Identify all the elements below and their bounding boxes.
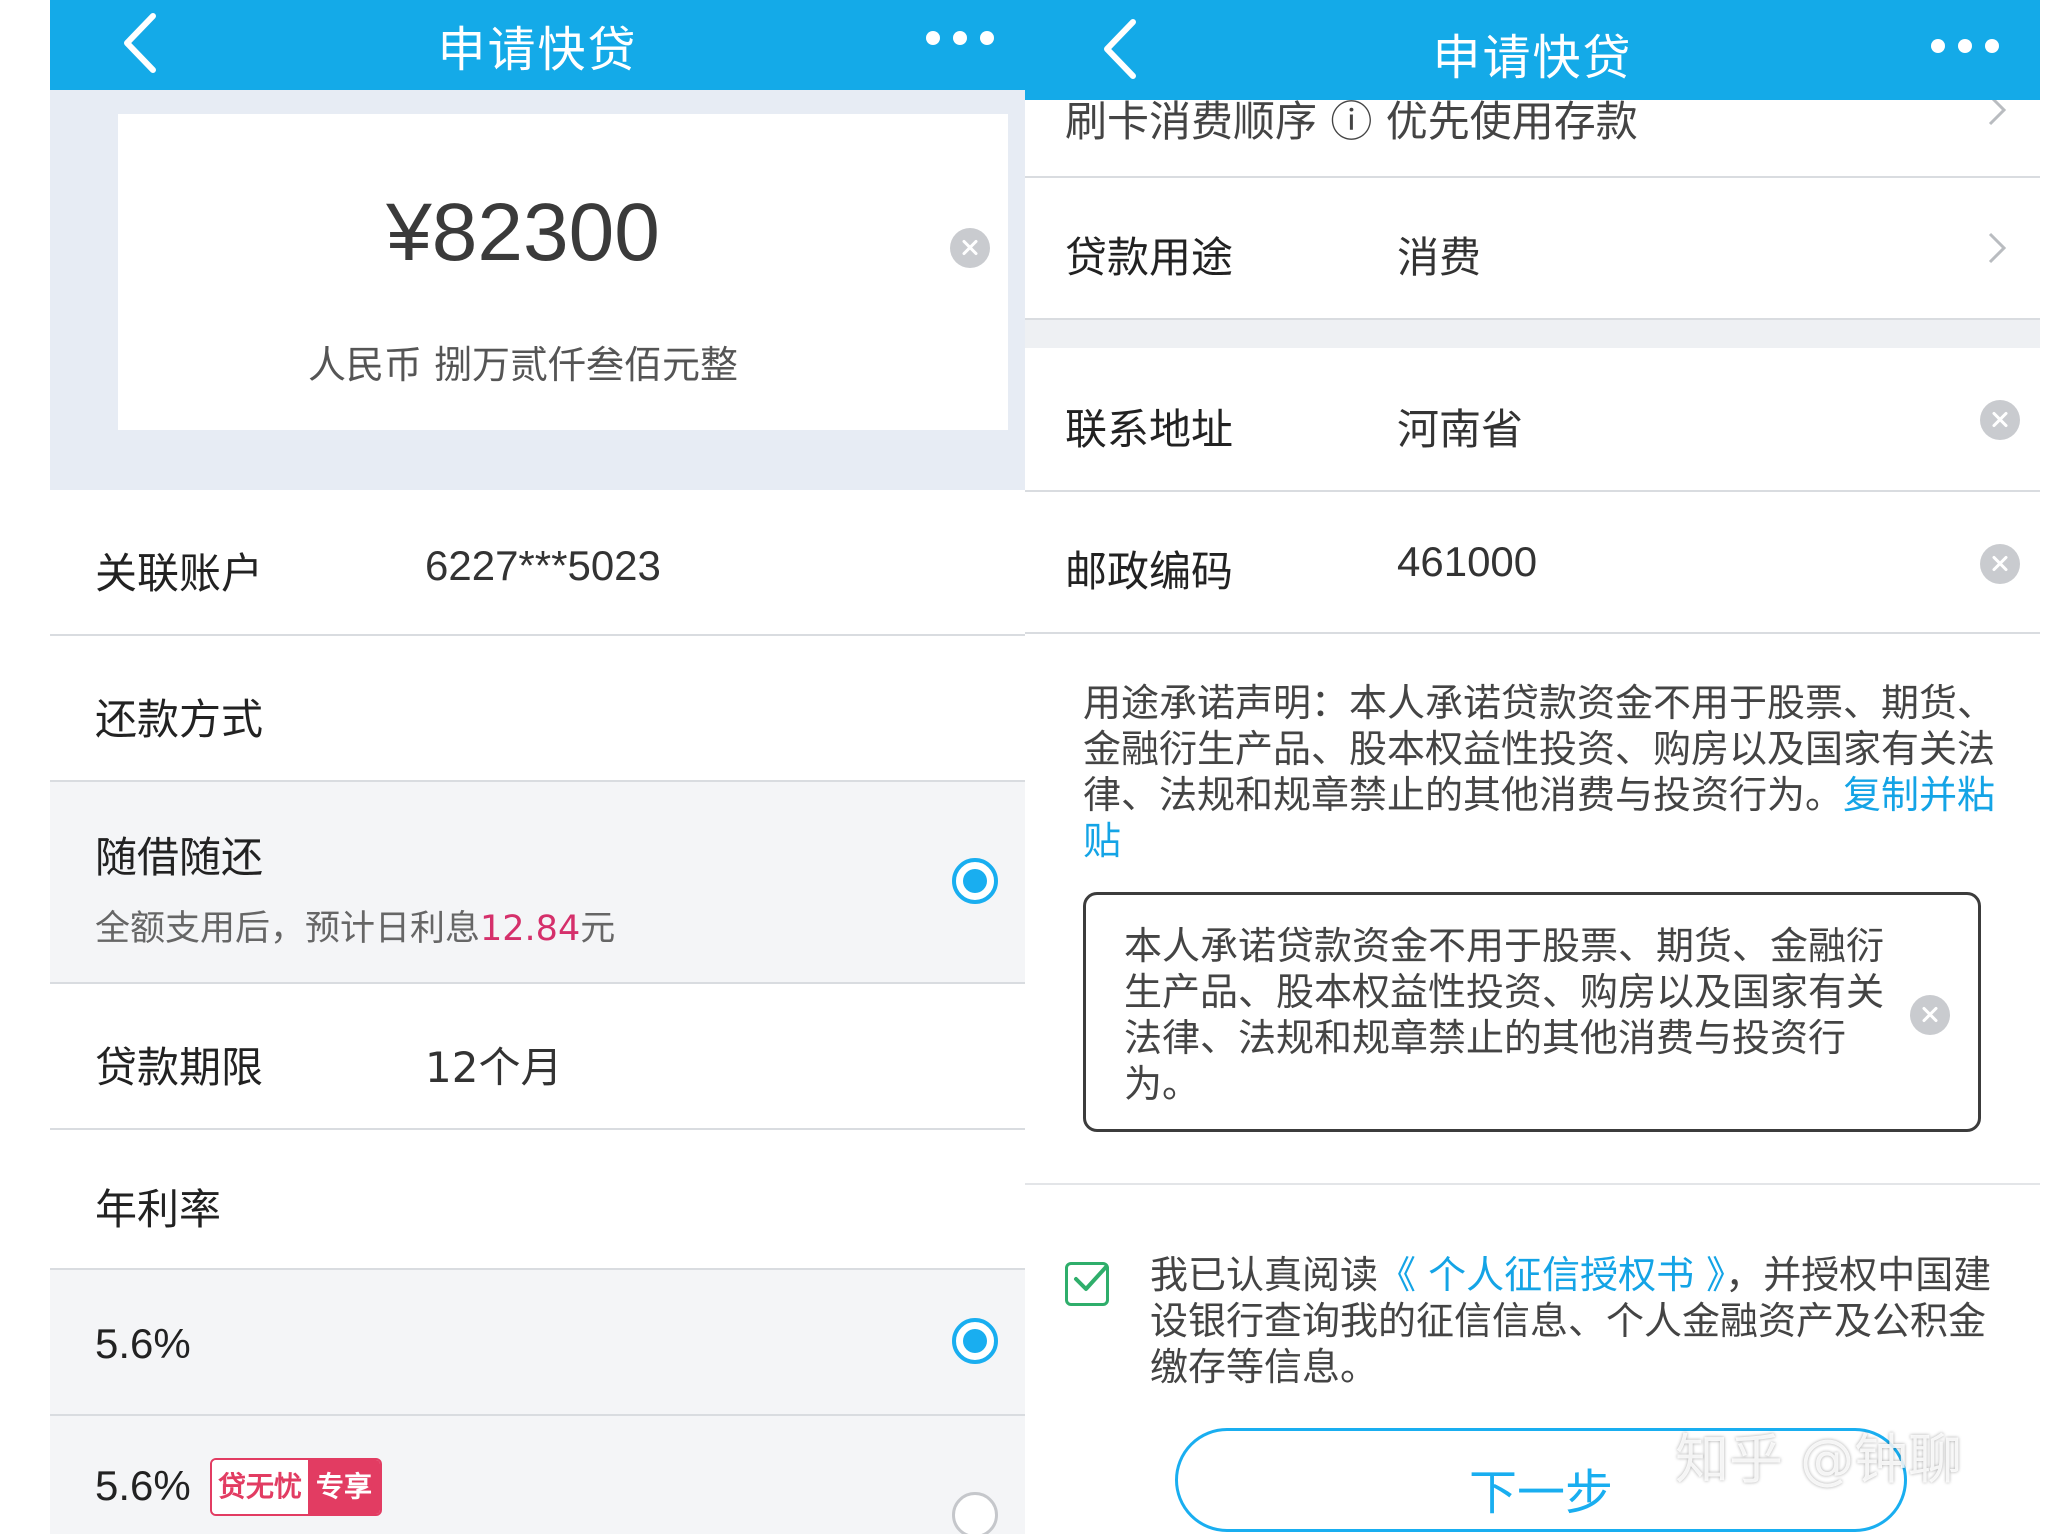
- check-icon: [1074, 1265, 1108, 1291]
- declaration-input[interactable]: 本人承诺贷款资金不用于股票、期货、金融衍生产品、股本权益性投资、购房以及国家有关…: [1083, 892, 1981, 1132]
- repay-method-label: 还款方式: [95, 695, 264, 744]
- title-bar: 申请快贷: [50, 0, 1025, 90]
- loan-amount[interactable]: ¥82300: [118, 186, 928, 280]
- clear-declaration-icon[interactable]: [1910, 995, 1950, 1035]
- page-title: 申请快贷: [1432, 30, 1633, 86]
- loan-purpose-label: 贷款用途: [1065, 233, 1234, 282]
- amount-in-words: 人民币 捌万贰仟叁佰元整: [307, 343, 739, 387]
- repay-option-desc: 全额支用后，预计日利息12.84元: [95, 900, 615, 951]
- agreement-prefix: 我已认真阅读: [1150, 1253, 1379, 1297]
- address-label: 联系地址: [1065, 405, 1234, 454]
- watermark: 知乎 @钟聊: [1675, 1428, 1963, 1491]
- account-label: 关联账户: [95, 549, 264, 598]
- badge-left-text: 贷无忧: [212, 1460, 309, 1514]
- more-options-icon[interactable]: [915, 18, 1005, 58]
- divider: [1025, 1183, 2040, 1185]
- repay-method-row: 还款方式: [50, 636, 1025, 782]
- badge-right-text: 专享: [308, 1460, 381, 1514]
- loan-purpose-row[interactable]: 贷款用途 消费: [1025, 178, 2040, 320]
- right-screen: 申请快贷 刷卡消费顺序 ⓘ 优先使用存款 贷款用途 消费 联系地址 河南省 邮政…: [1025, 0, 2040, 1534]
- chevron-right-icon: [1988, 232, 2007, 264]
- rate-option-1-value: 5.6%: [95, 1320, 191, 1367]
- annual-rate-label: 年利率: [95, 1185, 222, 1234]
- amount-section: ¥82300 人民币 捌万贰仟叁佰元整: [50, 90, 1025, 490]
- agree-checkbox[interactable]: [1065, 1262, 1109, 1306]
- repay-option-radio[interactable]: [952, 858, 998, 904]
- loan-purpose-value: 消费: [1397, 233, 1482, 282]
- exclusive-badge: 贷无忧 专享: [210, 1458, 383, 1516]
- rate-option-2-value: 5.6%: [95, 1462, 191, 1509]
- postal-code-label: 邮政编码: [1065, 547, 1234, 596]
- clear-postal-icon[interactable]: [1980, 544, 2020, 584]
- left-screen: 申请快贷 ¥82300 人民币 捌万贰仟叁佰元整 关联账户 6227***502…: [50, 0, 1025, 1534]
- account-value: 6227***5023: [425, 542, 661, 589]
- linked-account-row[interactable]: 关联账户 6227***5023: [50, 490, 1025, 636]
- interest-prefix: 全额支用后，预计日利息: [95, 909, 481, 949]
- postal-code-value[interactable]: 461000: [1397, 538, 1537, 586]
- interest-unit: 元: [580, 909, 616, 949]
- declaration-input-text[interactable]: 本人承诺贷款资金不用于股票、期货、金融衍生产品、股本权益性投资、购房以及国家有关…: [1124, 923, 1884, 1107]
- daily-interest-value: 12.84: [480, 909, 581, 949]
- credit-authorization-link[interactable]: 《 个人征信授权书 》: [1378, 1253, 1725, 1297]
- repay-option-title: 随借随还: [95, 833, 264, 882]
- loan-term-value: 12个月: [425, 1043, 563, 1092]
- page-title: 申请快贷: [437, 22, 638, 78]
- clear-amount-icon[interactable]: [950, 228, 990, 268]
- repay-option-row[interactable]: 随借随还 全额支用后，预计日利息12.84元: [50, 782, 1025, 984]
- more-options-icon[interactable]: [1920, 26, 2010, 66]
- address-row[interactable]: 联系地址 河南省: [1025, 348, 2040, 492]
- rate-option-1-radio[interactable]: [952, 1318, 998, 1364]
- rate-option-1[interactable]: 5.6%: [50, 1270, 1025, 1416]
- rate-option-2-radio[interactable]: [952, 1492, 998, 1534]
- address-value[interactable]: 河南省: [1397, 396, 1523, 457]
- postal-code-row[interactable]: 邮政编码 461000: [1025, 492, 2040, 634]
- annual-rate-row: 年利率: [50, 1130, 1025, 1270]
- purpose-declaration: 用途承诺声明：本人承诺贷款资金不用于股票、期货、金融衍生产品、股本权益性投资、购…: [1083, 680, 2003, 864]
- rate-option-2[interactable]: 5.6% 贷无忧 专享: [50, 1416, 1025, 1534]
- agreement-text: 我已认真阅读《 个人征信授权书 》，并授权中国建设银行查询我的征信信息、个人金融…: [1150, 1252, 2010, 1390]
- section-gap: [1025, 320, 2040, 348]
- amount-card[interactable]: ¥82300 人民币 捌万贰仟叁佰元整: [118, 114, 1008, 430]
- loan-term-row[interactable]: 贷款期限 12个月: [50, 984, 1025, 1130]
- title-bar: 申请快贷: [1025, 0, 2040, 100]
- loan-term-label: 贷款期限: [95, 1043, 264, 1092]
- clear-address-icon[interactable]: [1980, 400, 2020, 440]
